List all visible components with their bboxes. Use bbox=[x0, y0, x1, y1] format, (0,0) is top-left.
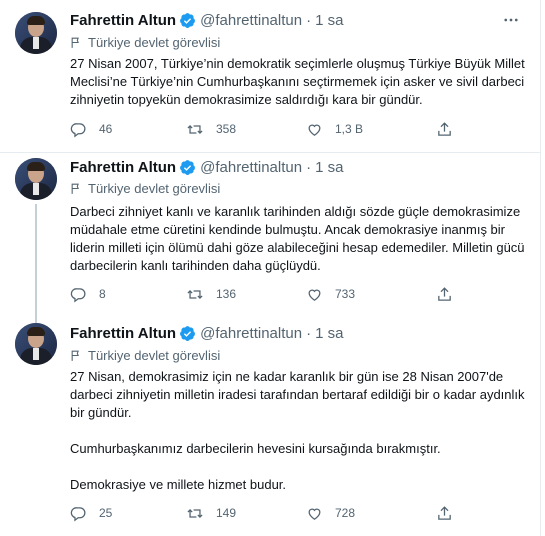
retweet-icon bbox=[187, 289, 203, 299]
avatar[interactable] bbox=[15, 323, 57, 365]
share-button[interactable] bbox=[436, 284, 453, 304]
tweet-text: 27 Nisan 2007, Türkiye’nin demokratik se… bbox=[70, 55, 528, 109]
tweet-paragraph: Demokrasiye ve millete hizmet budur. bbox=[70, 477, 287, 492]
tweet-text: Darbeci zihniyet kanlı ve karanlık tarih… bbox=[70, 203, 528, 275]
avatar[interactable] bbox=[15, 158, 57, 200]
retweet-button[interactable]: 136 bbox=[186, 284, 236, 304]
like-count: 728 bbox=[335, 506, 356, 520]
account-label-text: Türkiye devlet görevlisi bbox=[88, 347, 221, 363]
more-icon[interactable] bbox=[501, 10, 521, 30]
tweet-time[interactable]: 1 sa bbox=[315, 159, 343, 176]
like-count: 1,3 B bbox=[335, 122, 364, 136]
tweet-thread: Fahrettin Altun @fahrettinaltun · 1 sa T… bbox=[0, 0, 541, 536]
retweet-count: 149 bbox=[216, 506, 237, 520]
thread-connector bbox=[35, 204, 37, 315]
like-count: 733 bbox=[335, 287, 356, 301]
like-icon bbox=[308, 124, 321, 136]
author-name[interactable]: Fahrettin Altun bbox=[70, 12, 176, 29]
author-handle[interactable]: @fahrettinaltun bbox=[200, 12, 302, 29]
tweet-header: Fahrettin Altun @fahrettinaltun · 1 sa bbox=[70, 157, 343, 177]
reply-button[interactable]: 25 bbox=[70, 503, 112, 523]
tweet-actions: 8 136 733 bbox=[70, 284, 470, 304]
share-button[interactable] bbox=[436, 503, 453, 523]
verified-badge-icon bbox=[180, 325, 196, 341]
separator-dot: · bbox=[306, 158, 312, 176]
share-icon bbox=[438, 286, 451, 301]
reply-count: 8 bbox=[99, 287, 106, 301]
author-handle[interactable]: @fahrettinaltun bbox=[200, 159, 302, 176]
share-icon bbox=[438, 505, 451, 520]
retweet-icon bbox=[187, 508, 203, 518]
verified-badge-icon bbox=[180, 159, 196, 175]
reply-count: 46 bbox=[99, 122, 113, 136]
retweet-count: 136 bbox=[216, 287, 237, 301]
tweet-paragraph: Darbeci zihniyet kanlı ve karanlık tarih… bbox=[70, 204, 525, 273]
flag-icon bbox=[71, 37, 79, 48]
flag-icon bbox=[71, 183, 79, 194]
tweet-actions: 25 149 728 bbox=[70, 503, 470, 523]
account-label-text: Türkiye devlet görevlisi bbox=[88, 180, 221, 196]
account-label: Türkiye devlet görevlisi bbox=[70, 34, 220, 50]
author-name[interactable]: Fahrettin Altun bbox=[70, 159, 176, 176]
like-button[interactable]: 733 bbox=[306, 284, 355, 304]
share-icon bbox=[438, 121, 451, 136]
author-name[interactable]: Fahrettin Altun bbox=[70, 325, 176, 342]
tweet[interactable]: Fahrettin Altun @fahrettinaltun · 1 sa T… bbox=[0, 315, 541, 536]
reply-count: 25 bbox=[99, 506, 113, 520]
flag-icon bbox=[71, 350, 79, 361]
reply-icon bbox=[70, 287, 86, 303]
tweet-header: Fahrettin Altun @fahrettinaltun · 1 sa bbox=[70, 10, 343, 30]
tweet-time[interactable]: 1 sa bbox=[315, 325, 343, 342]
author-handle[interactable]: @fahrettinaltun bbox=[200, 325, 302, 342]
account-label-text: Türkiye devlet görevlisi bbox=[88, 34, 221, 50]
retweet-count: 358 bbox=[216, 122, 237, 136]
retweet-button[interactable]: 149 bbox=[186, 503, 236, 523]
reply-icon bbox=[70, 122, 86, 138]
reply-icon bbox=[70, 506, 86, 522]
tweet-text: 27 Nisan, demokrasimiz için ne kadar kar… bbox=[70, 368, 528, 494]
like-button[interactable]: 1,3 B bbox=[306, 119, 363, 139]
tweet-time[interactable]: 1 sa bbox=[315, 12, 343, 29]
tweet-paragraph: Cumhurbaşkanımız darbecilerin hevesini k… bbox=[70, 441, 441, 456]
verified-badge-icon bbox=[180, 12, 196, 28]
tweet[interactable]: Fahrettin Altun @fahrettinaltun · 1 sa T… bbox=[0, 153, 541, 315]
like-button[interactable]: 728 bbox=[306, 503, 355, 523]
tweet-paragraph: 27 Nisan 2007, Türkiye’nin demokratik se… bbox=[70, 56, 525, 107]
share-button[interactable] bbox=[436, 119, 453, 139]
like-icon bbox=[308, 508, 321, 520]
reply-button[interactable]: 46 bbox=[70, 119, 112, 139]
separator-dot: · bbox=[306, 324, 312, 342]
like-icon bbox=[308, 289, 321, 301]
tweet-paragraph: 27 Nisan, demokrasimiz için ne kadar kar… bbox=[70, 369, 525, 420]
separator-dot: · bbox=[306, 11, 312, 29]
retweet-button[interactable]: 358 bbox=[186, 119, 236, 139]
tweet[interactable]: Fahrettin Altun @fahrettinaltun · 1 sa T… bbox=[0, 0, 541, 153]
thread-connector bbox=[35, 315, 37, 323]
retweet-icon bbox=[187, 124, 203, 134]
tweet-actions: 46 358 1,3 B bbox=[70, 119, 470, 139]
reply-button[interactable]: 8 bbox=[70, 284, 106, 304]
avatar[interactable] bbox=[15, 12, 57, 54]
tweet-header: Fahrettin Altun @fahrettinaltun · 1 sa bbox=[70, 323, 343, 343]
account-label: Türkiye devlet görevlisi bbox=[70, 347, 220, 363]
account-label: Türkiye devlet görevlisi bbox=[70, 180, 220, 196]
